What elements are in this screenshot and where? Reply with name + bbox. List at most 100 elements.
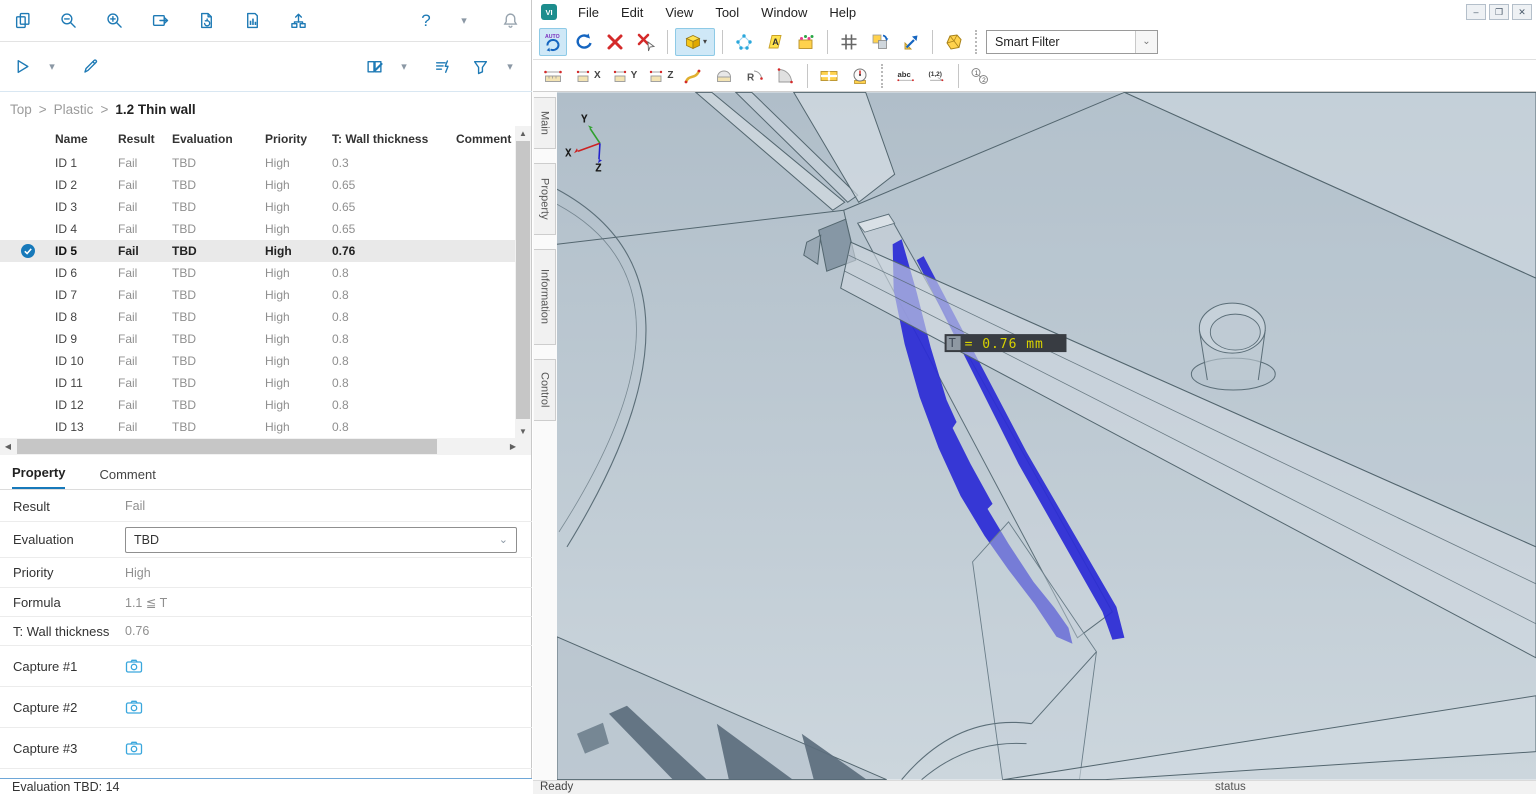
menu-view[interactable]: View (656, 3, 702, 22)
table-row[interactable]: ID 4FailTBDHigh0.65 (0, 218, 515, 240)
cell-evaluation: TBD (172, 222, 265, 236)
measure-radius-icon[interactable]: R (741, 62, 769, 90)
zoom-in-icon[interactable] (102, 9, 126, 33)
tab-property[interactable]: Property (12, 465, 65, 489)
table-row[interactable]: ID 2FailTBDHigh0.65 (0, 174, 515, 196)
side-tab-information[interactable]: Information (534, 249, 556, 345)
table-vertical-scrollbar[interactable]: ▲ ▼ (515, 126, 531, 438)
header-comment[interactable]: Comment (456, 132, 515, 146)
restore-button[interactable]: ❐ (1489, 4, 1509, 20)
snap-arrow-icon[interactable] (897, 28, 925, 56)
upload-tree-icon[interactable] (286, 9, 310, 33)
svg-text:abc: abc (898, 69, 912, 78)
measure-dome-icon[interactable] (710, 62, 738, 90)
camera-icon[interactable] (125, 740, 143, 756)
table-row[interactable]: ID 10FailTBDHigh0.8 (0, 350, 515, 372)
bell-icon[interactable] (498, 9, 522, 33)
document-report-icon[interactable] (240, 9, 264, 33)
grid-icon[interactable] (835, 28, 863, 56)
balloon-numbers-icon[interactable]: 12 (966, 62, 994, 90)
zoom-out-icon[interactable] (56, 9, 80, 33)
document-refresh-icon[interactable] (194, 9, 218, 33)
filter-flash-icon[interactable] (430, 55, 454, 79)
auto-rotate-icon[interactable]: AUTO (539, 28, 567, 56)
rotate-icon[interactable] (570, 28, 598, 56)
table-row[interactable]: ID 1FailTBDHigh0.3 (0, 152, 515, 174)
scroll-right-arrow[interactable]: ▶ (505, 438, 521, 455)
header-result[interactable]: Result (118, 132, 172, 146)
menu-file[interactable]: File (569, 3, 608, 22)
scale-gauge-icon[interactable] (846, 62, 874, 90)
menu-window[interactable]: Window (752, 3, 816, 22)
tab-comment[interactable]: Comment (99, 467, 155, 489)
book-edit-icon[interactable] (362, 55, 386, 79)
app-icon: VI (541, 4, 557, 20)
table-row[interactable]: ID 12FailTBDHigh0.8 (0, 394, 515, 416)
menu-help[interactable]: Help (820, 3, 865, 22)
measure-curve-icon[interactable] (679, 62, 707, 90)
edit-pencil-icon[interactable] (78, 55, 102, 79)
table-row[interactable]: ID 5FailTBDHigh0.76 (0, 240, 515, 262)
measure-angle-icon[interactable] (772, 62, 800, 90)
header-priority[interactable]: Priority (265, 132, 332, 146)
table-row[interactable]: ID 6FailTBDHigh0.8 (0, 262, 515, 284)
run-icon[interactable] (10, 55, 34, 79)
scroll-thumb[interactable] (516, 141, 530, 419)
side-tab-control[interactable]: Control (534, 359, 556, 421)
side-tab-main[interactable]: Main (534, 97, 556, 149)
solid-shape-icon[interactable] (940, 28, 968, 56)
table-row[interactable]: ID 7FailTBDHigh0.8 (0, 284, 515, 306)
breadcrumb-plastic[interactable]: Plastic (54, 102, 94, 117)
measure-z-icon[interactable]: Z (643, 62, 676, 90)
table-row[interactable]: ID 3FailTBDHigh0.65 (0, 196, 515, 218)
cross-dimension-icon[interactable] (815, 62, 843, 90)
cell-name: ID 12 (55, 398, 118, 412)
header-name[interactable]: Name (55, 132, 118, 146)
chevron-down-icon[interactable]: ▾ (40, 55, 64, 79)
measure-y-icon[interactable]: Y (607, 62, 641, 90)
table-horizontal-scrollbar[interactable]: ◀ ▶ (0, 438, 531, 455)
cell-name: ID 7 (55, 288, 118, 302)
camera-icon[interactable] (125, 699, 143, 715)
measure-x-icon[interactable]: X (570, 62, 604, 90)
menu-tool[interactable]: Tool (706, 3, 748, 22)
smart-filter-combobox[interactable]: Smart Filter ⌄ (986, 30, 1158, 54)
annotation-a-icon[interactable]: A (761, 28, 789, 56)
text-abc-icon[interactable]: abc (892, 62, 920, 90)
chevron-down-icon[interactable]: ▾ (392, 55, 416, 79)
scroll-up-arrow[interactable]: ▲ (515, 126, 531, 140)
scroll-left-arrow[interactable]: ◀ (0, 438, 16, 455)
capture1-label: Capture #1 (0, 659, 125, 674)
chevron-down-icon[interactable]: ▾ (452, 9, 476, 33)
table-row[interactable]: ID 9FailTBDHigh0.8 (0, 328, 515, 350)
swap-layers-icon[interactable] (866, 28, 894, 56)
export-window-icon[interactable] (148, 9, 172, 33)
chevron-down-icon[interactable]: ▾ (498, 55, 522, 79)
camera-icon[interactable] (125, 658, 143, 674)
table-row[interactable]: ID 13FailTBDHigh0.8 (0, 416, 515, 438)
measure-length-icon[interactable] (539, 62, 567, 90)
scroll-thumb[interactable] (17, 439, 437, 454)
table-row[interactable]: ID 8FailTBDHigh0.8 (0, 306, 515, 328)
close-button[interactable]: ✕ (1512, 4, 1532, 20)
chevron-down-icon[interactable]: ⌄ (1135, 31, 1157, 53)
help-icon[interactable]: ? (414, 9, 438, 33)
breadcrumb-top[interactable]: Top (10, 102, 32, 117)
delete-pick-icon[interactable] (632, 28, 660, 56)
header-evaluation[interactable]: Evaluation (172, 132, 265, 146)
view-cube-icon[interactable]: ▾ (675, 28, 715, 56)
coordinate-note-icon[interactable]: (1,2) (923, 62, 951, 90)
table-row[interactable]: ID 11FailTBDHigh0.8 (0, 372, 515, 394)
minimize-button[interactable]: – (1466, 4, 1486, 20)
pages-icon[interactable] (10, 9, 34, 33)
menu-edit[interactable]: Edit (612, 3, 652, 22)
delete-icon[interactable] (601, 28, 629, 56)
scroll-down-arrow[interactable]: ▼ (515, 424, 531, 438)
paint-box-icon[interactable] (792, 28, 820, 56)
points-network-icon[interactable] (730, 28, 758, 56)
side-tab-property[interactable]: Property (534, 163, 556, 235)
evaluation-dropdown[interactable]: TBD ⌄ (125, 527, 517, 553)
3d-viewport[interactable]: Y X Z T = 0.76 mm (557, 92, 1536, 780)
filter-funnel-icon[interactable] (468, 55, 492, 79)
header-thickness[interactable]: T: Wall thickness (332, 132, 456, 146)
